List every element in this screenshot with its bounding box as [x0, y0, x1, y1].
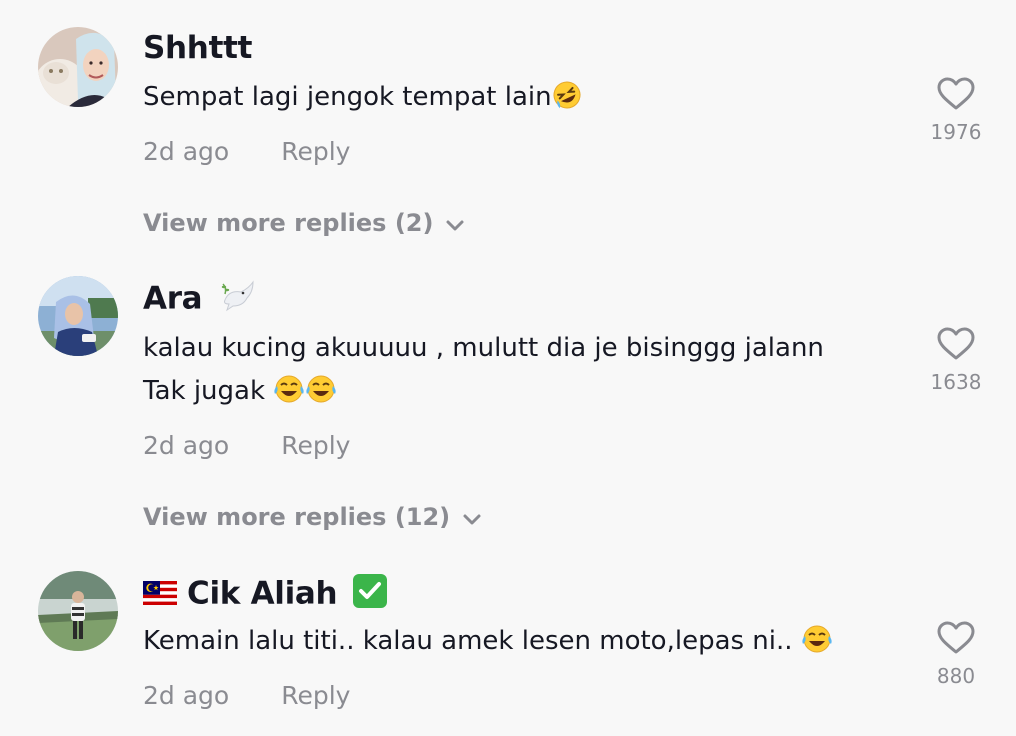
comment-text-line: kalau kucing akuuuuu , mulutt dia je bis… — [143, 333, 824, 363]
like-control[interactable]: 1976 — [928, 77, 984, 144]
username-text[interactable]: Ara — [143, 281, 203, 317]
face-with-tears-of-joy-icon — [801, 624, 833, 668]
view-more-replies-button[interactable]: View more replies (12) — [143, 503, 482, 532]
reply-button[interactable]: Reply — [281, 137, 350, 166]
heart-icon[interactable] — [937, 621, 975, 655]
comment-username[interactable]: Shhttt — [143, 30, 252, 66]
comment-text-content: Kemain lalu titi.. kalau amek lesen moto… — [143, 626, 801, 656]
avatar-image — [38, 276, 118, 356]
dove-icon — [213, 278, 257, 322]
view-more-replies-label[interactable]: View more replies (2) — [143, 209, 433, 237]
username-text[interactable]: Shhttt — [143, 30, 252, 66]
avatar[interactable] — [38, 27, 118, 107]
view-more-replies-label[interactable]: View more replies (12) — [143, 503, 450, 531]
like-count: 1638 — [930, 370, 982, 394]
reply-button[interactable]: Reply — [281, 431, 350, 460]
avatar[interactable] — [38, 276, 118, 356]
comment-username[interactable]: Cik Aliah — [143, 573, 388, 617]
face-with-tears-of-joy-icon — [273, 374, 305, 418]
comment-text: Kemain lalu titi.. kalau amek lesen moto… — [143, 620, 903, 668]
comment-text-line: Tak jugak — [143, 370, 903, 418]
comment-text-content: Tak jugak — [143, 376, 274, 406]
comment-username[interactable]: Ara — [143, 278, 257, 322]
rolling-on-floor-laughing-icon — [552, 80, 582, 124]
malaysia-flag-icon — [143, 577, 187, 613]
comment-meta: 2d ago Reply — [143, 431, 350, 460]
comment-timestamp: 2d ago — [143, 137, 230, 166]
comment-timestamp: 2d ago — [143, 681, 230, 710]
comment-meta: 2d ago Reply — [143, 137, 350, 166]
comment-meta: 2d ago Reply — [143, 681, 350, 710]
heart-icon[interactable] — [937, 77, 975, 111]
chevron-down-icon[interactable] — [445, 210, 465, 238]
comment-text: Sempat lagi jengok tempat lain — [143, 76, 903, 124]
face-with-tears-of-joy-icon — [305, 374, 337, 418]
comment-text-content: Sempat lagi jengok tempat lain — [143, 82, 552, 112]
check-mark-button-icon — [348, 573, 388, 617]
username-text[interactable]: Cik Aliah — [187, 576, 338, 612]
avatar-image — [38, 571, 118, 651]
chevron-down-icon[interactable] — [462, 504, 482, 532]
avatar[interactable] — [38, 571, 118, 651]
heart-icon[interactable] — [937, 327, 975, 361]
avatar-image — [38, 27, 118, 107]
like-control[interactable]: 880 — [928, 621, 984, 688]
like-count: 1976 — [930, 120, 982, 144]
comment-timestamp: 2d ago — [143, 431, 230, 460]
like-control[interactable]: 1638 — [928, 327, 984, 394]
comment-text: kalau kucing akuuuuu , mulutt dia je bis… — [143, 327, 903, 418]
like-count: 880 — [936, 664, 976, 688]
reply-button[interactable]: Reply — [281, 681, 350, 710]
view-more-replies-button[interactable]: View more replies (2) — [143, 209, 465, 238]
